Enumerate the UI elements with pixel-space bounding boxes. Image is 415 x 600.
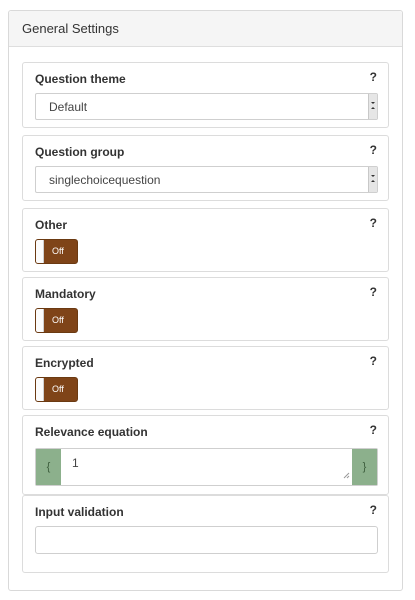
other-help-icon[interactable]: ? [370, 216, 377, 230]
question-group-label: Question group [35, 145, 125, 159]
question-theme-field: Question theme ? Default [22, 62, 389, 128]
toggle-handle [36, 309, 44, 332]
mandatory-label: Mandatory [35, 287, 96, 301]
question-theme-value: Default [49, 100, 88, 114]
question-group-help-icon[interactable]: ? [370, 143, 377, 157]
encrypted-label: Encrypted [35, 356, 94, 370]
input-validation-input[interactable] [35, 526, 378, 554]
mandatory-toggle[interactable]: Off [35, 308, 78, 333]
question-group-field: Question group ? singlechoicequestion [22, 135, 389, 201]
open-brace: { [36, 449, 61, 485]
toggle-handle [36, 240, 44, 263]
relevance-equation-help-icon[interactable]: ? [370, 423, 377, 437]
toggle-handle [36, 378, 44, 401]
relevance-equation-label: Relevance equation [35, 425, 148, 439]
relevance-equation-field: Relevance equation ? { 1 } [22, 415, 389, 495]
other-label: Other [35, 218, 68, 232]
mandatory-field: Mandatory ? Off [22, 277, 389, 341]
resize-handle-icon[interactable] [343, 466, 350, 484]
dropdown-arrow-icon [368, 94, 377, 119]
question-group-select[interactable]: singlechoicequestion [35, 166, 378, 193]
input-validation-label: Input validation [35, 505, 124, 519]
other-field: Other ? Off [22, 208, 389, 272]
close-brace: } [352, 449, 377, 485]
question-theme-select[interactable]: Default [35, 93, 378, 120]
encrypted-field: Encrypted ? Off [22, 346, 389, 410]
relevance-equation-value[interactable]: 1 [72, 456, 79, 470]
relevance-equation-editor[interactable]: { 1 } [35, 448, 378, 486]
question-theme-label: Question theme [35, 72, 126, 86]
question-group-value: singlechoicequestion [49, 173, 161, 187]
question-theme-help-icon[interactable]: ? [370, 70, 377, 84]
general-settings-panel: General Settings Question theme ? Defaul… [8, 10, 403, 591]
mandatory-help-icon[interactable]: ? [370, 285, 377, 299]
panel-title: General Settings [9, 11, 402, 47]
encrypted-help-icon[interactable]: ? [370, 354, 377, 368]
other-toggle[interactable]: Off [35, 239, 78, 264]
other-toggle-state: Off [52, 246, 64, 256]
input-validation-field: Input validation ? [22, 495, 389, 573]
encrypted-toggle[interactable]: Off [35, 377, 78, 402]
input-validation-help-icon[interactable]: ? [370, 503, 377, 517]
encrypted-toggle-state: Off [52, 384, 64, 394]
dropdown-arrow-icon [368, 167, 377, 192]
mandatory-toggle-state: Off [52, 315, 64, 325]
